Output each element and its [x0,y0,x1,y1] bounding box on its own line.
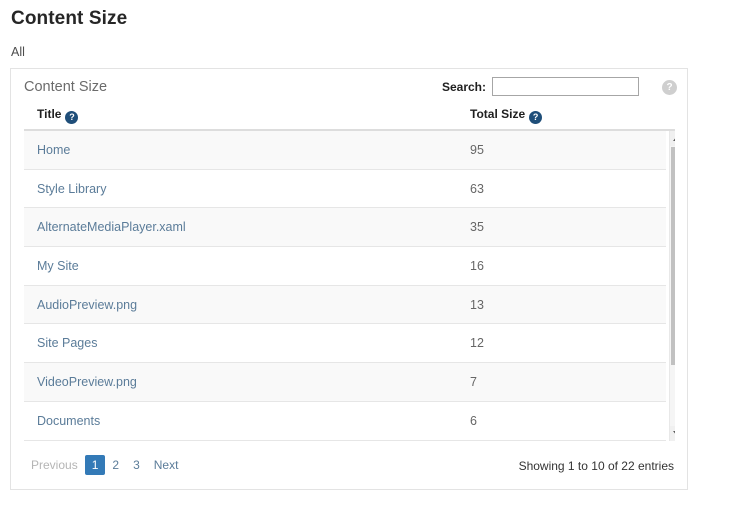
panel-topbar: Content Size Search: ? [11,69,687,105]
row-title-link[interactable]: Site Pages [37,336,97,350]
column-header-title-label: Title [37,107,62,121]
row-total-size: 63 [470,181,484,196]
row-total-size: 6 [470,413,477,428]
row-total-size: 12 [470,336,484,351]
row-title-link[interactable]: Style Library [37,182,106,196]
pagination-previous[interactable]: Previous [24,456,85,474]
row-title-link[interactable]: AlternateMediaPlayer.xaml [37,220,186,234]
page-title: Content Size [11,8,128,29]
table-row[interactable]: My Site 16 [24,247,666,286]
column-header-total-size-label: Total Size [470,107,526,121]
title-help-icon[interactable]: ? [65,111,79,124]
table-header-row: Title? Total Size? [24,105,675,131]
table-vertical-scrollbar[interactable] [669,131,675,441]
column-header-title[interactable]: Title? [37,107,79,124]
row-title-link[interactable]: Documents [37,414,100,428]
scrollbar-up-arrow-icon[interactable] [670,131,675,146]
row-total-size: 13 [470,297,484,312]
pagination-page-2[interactable]: 2 [105,456,126,474]
table-row[interactable]: AlternateMediaPlayer.xaml 35 [24,208,666,248]
row-total-size: 95 [470,143,484,157]
table-body: Home 95 Style Library 63 AlternateMediaP… [24,131,666,441]
column-header-total-size[interactable]: Total Size? [470,107,543,124]
row-total-size: 7 [470,375,477,390]
row-title-link[interactable]: Home [37,143,70,157]
scrollbar-thumb[interactable] [671,147,675,365]
row-total-size: 35 [470,220,484,235]
row-title-link[interactable]: My Site [37,259,79,273]
pagination-next[interactable]: Next [147,456,186,474]
row-title-link[interactable]: VideoPreview.png [37,375,137,389]
entries-summary: Showing 1 to 10 of 22 entries [518,459,674,473]
table-footer: Previous 1 2 3 Next Showing 1 to 10 of 2… [24,455,674,483]
page-subtitle-scope: All [11,45,25,59]
search-input[interactable] [492,77,639,96]
content-size-page: Content Size All Content Size Search: ? … [0,0,743,517]
search-area: Search: [442,77,639,96]
pagination: Previous 1 2 3 Next [24,455,185,475]
panel-help-icon[interactable]: ? [662,80,677,95]
row-total-size: 16 [470,259,484,274]
table-row[interactable]: Home 95 [24,131,666,170]
content-size-panel: Content Size Search: ? Title? Total Size… [10,68,688,490]
pagination-page-3[interactable]: 3 [126,456,147,474]
panel-heading: Content Size [24,79,108,95]
table-row[interactable]: Style Library 63 [24,169,666,209]
table-row[interactable]: VideoPreview.png 7 [24,363,666,402]
pagination-page-1[interactable]: 1 [84,455,106,475]
table-row[interactable]: AudioPreview.png 13 [24,285,666,325]
table-row[interactable]: Site Pages 12 [24,324,666,364]
total-size-help-icon[interactable]: ? [529,111,543,124]
table-row[interactable]: Documents 6 [24,401,666,441]
scrollbar-down-arrow-icon[interactable] [670,426,675,441]
content-size-table: Title? Total Size? Home 95 Style Library… [24,105,675,482]
search-label: Search: [441,79,486,94]
table-body-scroll-region: Home 95 Style Library 63 AlternateMediaP… [24,131,675,441]
row-title-link[interactable]: AudioPreview.png [37,298,137,312]
